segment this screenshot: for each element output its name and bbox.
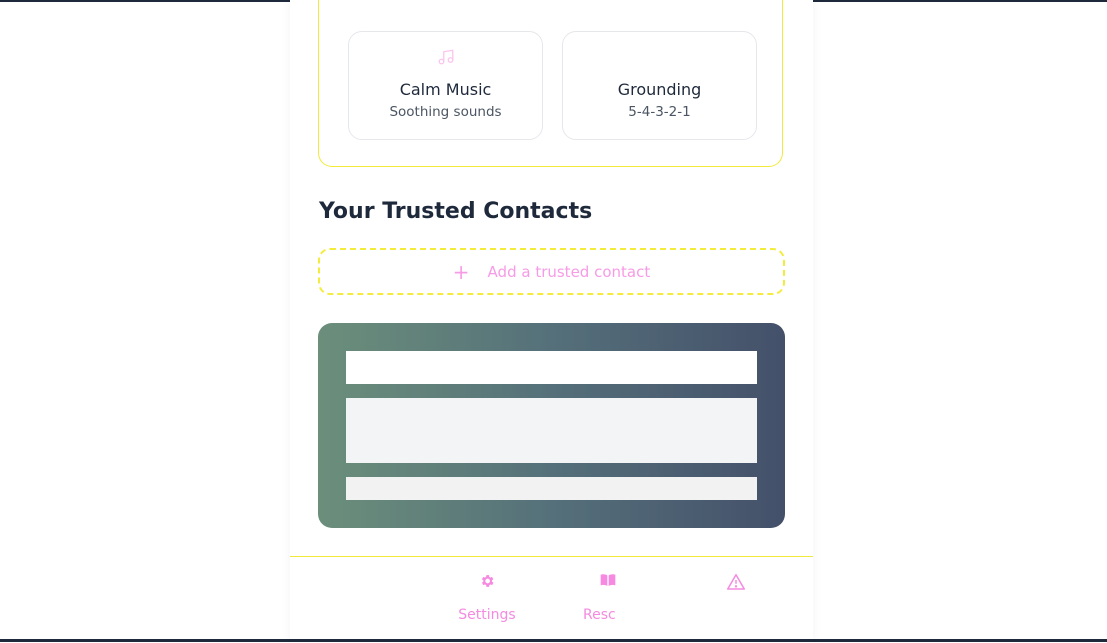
calm-music-card[interactable]: Calm Music Soothing sounds xyxy=(348,31,543,140)
grounding-subtitle: 5-4-3-2-1 xyxy=(628,104,691,120)
calm-music-subtitle: Soothing sounds xyxy=(389,104,502,120)
nav-settings[interactable]: Settings xyxy=(442,557,532,643)
add-trusted-contact-label: Add a trusted contact xyxy=(487,262,651,281)
add-trusted-contact-button[interactable]: + Add a trusted contact xyxy=(318,248,785,295)
info-card xyxy=(318,323,785,528)
placeholder-bar xyxy=(346,477,757,500)
nav-settings-label: Settings xyxy=(458,607,516,623)
nav-resources[interactable]: Resc xyxy=(573,557,633,643)
calm-music-title: Calm Music xyxy=(399,80,492,99)
placeholder-bar xyxy=(346,351,757,384)
placeholder-block xyxy=(346,398,757,463)
trusted-contacts-heading: Your Trusted Contacts xyxy=(319,199,593,224)
app-container: Calm Music Soothing sounds Grounding 5-4… xyxy=(290,0,813,643)
music-note-icon xyxy=(349,48,542,71)
nav-emergency[interactable] xyxy=(691,557,781,643)
bottom-nav: Settings Resc xyxy=(290,556,813,643)
nav-resources-label: Resc xyxy=(583,607,616,623)
book-icon xyxy=(593,573,623,591)
plus-icon: + xyxy=(452,259,470,284)
grounding-title: Grounding xyxy=(617,80,702,99)
coping-tools-panel: Calm Music Soothing sounds Grounding 5-4… xyxy=(318,0,783,167)
gear-icon xyxy=(442,573,532,591)
grounding-card[interactable]: Grounding 5-4-3-2-1 xyxy=(562,31,757,140)
warning-icon xyxy=(691,573,781,591)
